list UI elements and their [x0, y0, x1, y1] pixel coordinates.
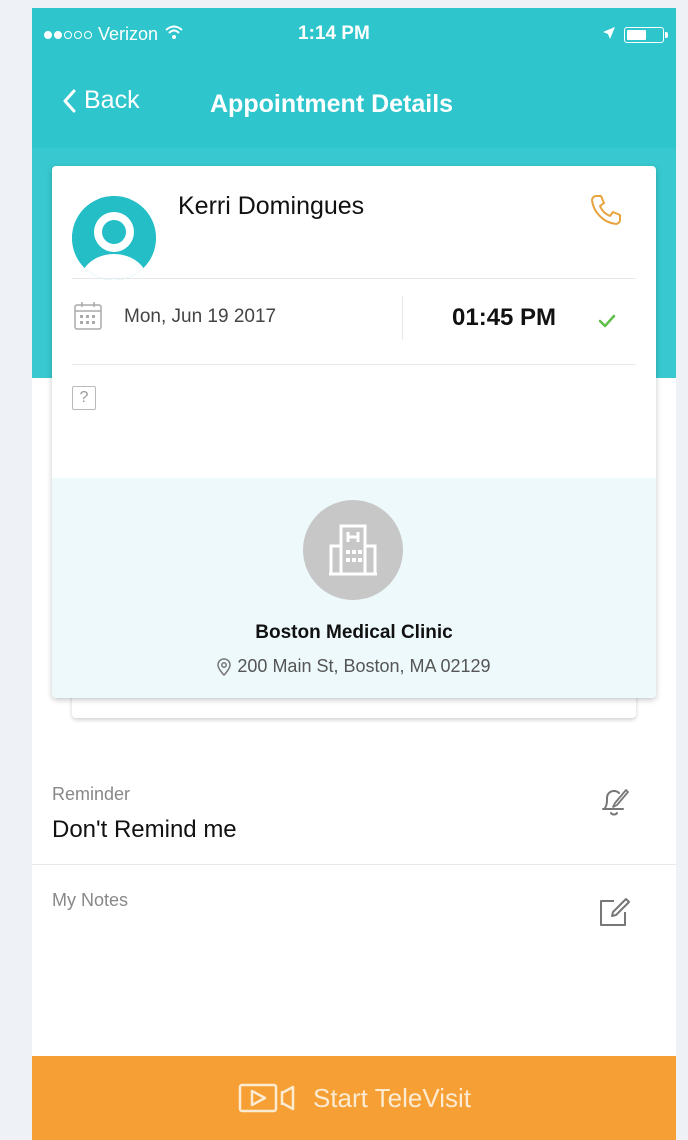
check-icon [598, 314, 616, 333]
status-right [602, 24, 668, 45]
carrier-label: Verizon [98, 24, 159, 44]
start-televisit-button[interactable]: Start TeleVisit [32, 1056, 676, 1140]
back-label: Back [84, 86, 140, 114]
signal-dots-icon [44, 30, 92, 39]
app-screen: Verizon 1:14 PM Back Appointment Details… [32, 8, 676, 1140]
card-divider [72, 364, 636, 365]
calendar-icon [72, 300, 104, 337]
reminder-label: Reminder [52, 784, 131, 804]
battery-icon [624, 26, 668, 43]
clinic-name: Boston Medical Clinic [255, 622, 453, 643]
clinic-section: Boston Medical Clinic 200 Main St, Bosto… [52, 478, 656, 698]
nav-bar: Back Appointment Details [32, 80, 676, 130]
map-pin-icon [217, 657, 232, 676]
appointment-time: 01:45 PM [452, 304, 557, 331]
chevron-left-icon [63, 89, 76, 112]
wifi-icon [164, 24, 184, 45]
location-arrow-icon [602, 24, 616, 45]
reminder-value[interactable]: Don't Remind me [52, 816, 237, 844]
patient-name: Kerri Domingues [178, 192, 365, 220]
clinic-address-row[interactable]: 200 Main St, Boston, MA 02129 [52, 656, 656, 677]
bell-edit-icon[interactable] [600, 786, 630, 823]
edit-note-icon[interactable] [596, 896, 630, 935]
section-divider [32, 864, 676, 865]
help-icon[interactable]: ? [72, 386, 96, 410]
status-time: 1:14 PM [298, 23, 370, 44]
phone-icon[interactable] [588, 192, 624, 233]
page-title: Appointment Details [210, 90, 454, 118]
back-button[interactable]: Back [62, 86, 140, 115]
status-left: Verizon [44, 24, 184, 45]
notes-label: My Notes [52, 890, 129, 910]
appointment-date: Mon, Jun 19 2017 [124, 306, 277, 327]
clinic-address: 200 Main St, Boston, MA 02129 [237, 656, 491, 676]
hospital-icon [303, 500, 403, 600]
avatar [72, 196, 156, 280]
appointment-card: Kerri Domingues Mon, Jun 19 2017 01:45 P… [52, 166, 656, 698]
date-time-separator [402, 296, 403, 340]
status-bar: Verizon 1:14 PM [32, 8, 676, 60]
start-televisit-label: Start TeleVisit [312, 1082, 471, 1113]
video-camera-icon [238, 1083, 295, 1113]
card-divider [72, 278, 636, 279]
